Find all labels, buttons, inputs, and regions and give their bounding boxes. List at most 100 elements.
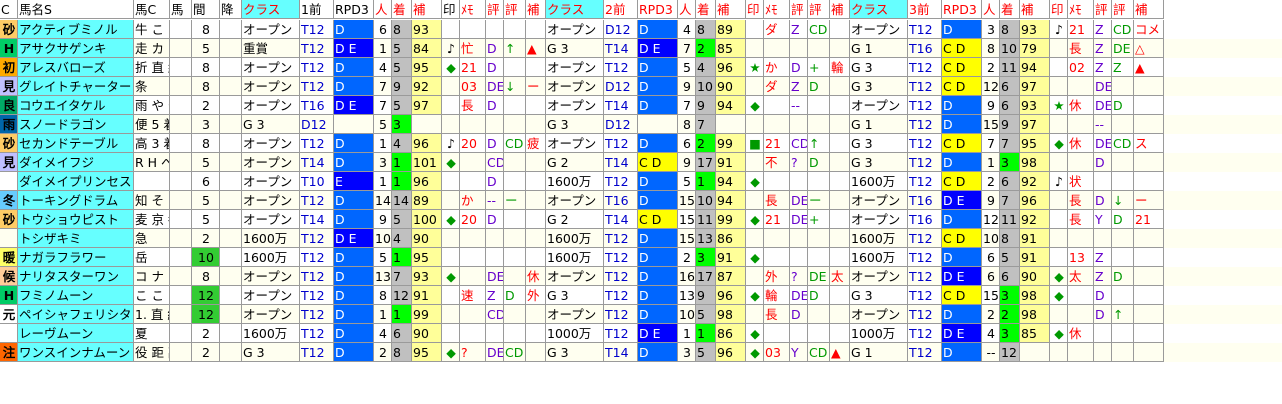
table-row[interactable]: 砂トウショウピスト麦 京 都5オープンT14D95100◆20DG 2T14C … bbox=[0, 210, 1282, 229]
rpd3: C D bbox=[942, 229, 982, 248]
table-row[interactable]: 暖ナガラフラワー岳 10 1600万 T12 D 5 1 95 1600万 T12 D 2 3 91 ◆ 16… bbox=[0, 248, 1282, 267]
class-drop bbox=[220, 115, 242, 134]
supplement bbox=[830, 172, 850, 191]
finish: 5 bbox=[392, 96, 412, 115]
eval2 bbox=[1112, 229, 1134, 248]
spacer bbox=[170, 191, 192, 210]
race-distance: T12 bbox=[300, 39, 334, 58]
index: 87 bbox=[716, 267, 746, 286]
condition-icon: 見 bbox=[0, 77, 18, 96]
race-distance: T12 bbox=[908, 248, 942, 267]
eval1: D bbox=[1094, 191, 1112, 210]
table-row[interactable]: 初アレスバローズ折 直 網8オープンT12D4595◆21DオープンT12D54… bbox=[0, 58, 1282, 77]
rpd3: D E bbox=[638, 324, 678, 343]
memo: 太 bbox=[1068, 267, 1094, 286]
memo bbox=[460, 229, 486, 248]
eval1: D bbox=[486, 134, 504, 153]
eval1: DE bbox=[790, 210, 808, 229]
rpd3: D bbox=[334, 77, 374, 96]
table-row[interactable]: Hアサクサゲンキ走 カ シ5重賞T12D E1584♪忙D↑▲G 3T14D E… bbox=[0, 39, 1282, 58]
race-distance: T12 bbox=[300, 267, 334, 286]
condition-icon: 砂 bbox=[0, 20, 18, 39]
rpd3: C D bbox=[638, 210, 678, 229]
rpd3: D E bbox=[334, 96, 374, 115]
eval2: ↓ bbox=[504, 77, 526, 96]
supplement bbox=[526, 115, 546, 134]
table-row[interactable]: 見ダイメイフジ R H へ 5 オープン T14 D 3 1 101 ◆ CD G 2 T14 C D91… bbox=[0, 153, 1282, 172]
popularity: 12 bbox=[982, 210, 1000, 229]
popularity: 9 bbox=[678, 153, 696, 172]
header-cell: 評 bbox=[504, 0, 526, 19]
index: 93 bbox=[1020, 96, 1050, 115]
index: 86 bbox=[716, 324, 746, 343]
memo bbox=[460, 115, 486, 134]
supplement bbox=[1134, 115, 1164, 134]
table-row[interactable]: トシザキミ急 2 1600万 T12 D E 10 4 90 1600万 T12 D 15 13 86 16… bbox=[0, 229, 1282, 248]
eval2: CD bbox=[504, 343, 526, 362]
finish: 6 bbox=[1000, 172, 1020, 191]
rpd3: D E bbox=[334, 39, 374, 58]
index: 92 bbox=[412, 77, 442, 96]
popularity: -- bbox=[982, 343, 1000, 362]
interval: 8 bbox=[192, 134, 220, 153]
eval2: D bbox=[1112, 96, 1134, 115]
race-distance: D12 bbox=[604, 20, 638, 39]
memo: 長 bbox=[460, 96, 486, 115]
eval1: D bbox=[1094, 305, 1112, 324]
finish: 7 bbox=[1000, 134, 1020, 153]
spacer bbox=[170, 305, 192, 324]
race-class: オープン bbox=[546, 96, 604, 115]
memo bbox=[1068, 153, 1094, 172]
race-class: G 3 bbox=[850, 58, 908, 77]
race-class: G 1 bbox=[850, 39, 908, 58]
eval1: ? bbox=[790, 153, 808, 172]
memo: 速 bbox=[460, 286, 486, 305]
horse-name: ダイメイフジ bbox=[18, 153, 134, 172]
memo: か bbox=[764, 58, 790, 77]
table-row[interactable]: 良コウエイタケル雨 や や2オープンT16D E7597長DオープンT14D79… bbox=[0, 96, 1282, 115]
popularity: 9 bbox=[374, 210, 392, 229]
table-row[interactable]: ダイメイプリンセス 6 オープン T10 E 1 1 96 D 1600万 T12 D 5 1 94 ◆ 160… bbox=[0, 172, 1282, 191]
finish: 10 bbox=[696, 191, 716, 210]
supplement bbox=[1134, 172, 1164, 191]
memo-short: 急 bbox=[134, 229, 170, 248]
finish: 2 bbox=[1000, 305, 1020, 324]
table-row[interactable]: 冬トーキングドラム知 そ の5オープンT12D141489か--ーオープンT16… bbox=[0, 191, 1282, 210]
table-row[interactable]: レーヴムーン夏 2 1600万 T12 D 4 6 90 1000万 T12 D E 1 1 86 ◆ 100… bbox=[0, 324, 1282, 343]
header-cell: 着 bbox=[392, 0, 412, 19]
index: 97 bbox=[1020, 115, 1050, 134]
race-distance: T12 bbox=[604, 267, 638, 286]
race-class: 1600万 bbox=[546, 172, 604, 191]
rpd3: D bbox=[942, 343, 982, 362]
table-row[interactable]: 砂セカンドテーブル高 3 着8オープンT12D1496♪20DCD疲オープンT1… bbox=[0, 134, 1282, 153]
mark bbox=[442, 324, 460, 343]
table-row[interactable]: Hフミノムーンこ こ の12オープンT12D81291速ZD外G 3T12D13… bbox=[0, 286, 1282, 305]
eval2 bbox=[504, 153, 526, 172]
mark: ◆ bbox=[1050, 267, 1068, 286]
supplement bbox=[830, 210, 850, 229]
finish: 9 bbox=[696, 96, 716, 115]
header-cell: 評 bbox=[808, 0, 830, 19]
table-row[interactable]: 雨スノードラゴン便 5 着3G 3D1253G 3D1287G 1T12D159… bbox=[0, 115, 1282, 134]
index: 97 bbox=[1020, 77, 1050, 96]
table-row[interactable]: 元ペイシャフェリシタ1. 直 網12オープンT12D1199CDオープンT12D… bbox=[0, 305, 1282, 324]
condition-icon: H bbox=[0, 286, 18, 305]
header-cell: 着 bbox=[696, 0, 716, 19]
index: 96 bbox=[1020, 191, 1050, 210]
eval1: -- bbox=[1094, 115, 1112, 134]
table-row[interactable]: 見グレイトチャーター条 8 オープン T12 D 7 9 92 03 DE ↓ ーオープン D12 D 9 1… bbox=[0, 77, 1282, 96]
rpd3: D bbox=[942, 210, 982, 229]
eval2: ー bbox=[808, 191, 830, 210]
header-cell: クラス bbox=[242, 0, 300, 19]
table-row[interactable]: 注ワンスインナムーン役 距 離2G 3T12D2895◆?DECDG 3T14D… bbox=[0, 343, 1282, 362]
table-row[interactable]: 砂アクティブミノル牛 こ の8オープンT12D6893オープンD12D4889ダ… bbox=[0, 20, 1282, 39]
condition-icon bbox=[0, 324, 18, 343]
table-row[interactable]: 候ナリタスターワンコ ナ し8オープンT12D13793◆DE休オープンT12D… bbox=[0, 267, 1282, 286]
finish: 8 bbox=[1000, 229, 1020, 248]
eval2 bbox=[1112, 115, 1134, 134]
eval1: Z bbox=[790, 20, 808, 39]
finish: 3 bbox=[1000, 286, 1020, 305]
interval: 8 bbox=[192, 58, 220, 77]
memo: 03 bbox=[764, 343, 790, 362]
popularity: 15 bbox=[982, 286, 1000, 305]
